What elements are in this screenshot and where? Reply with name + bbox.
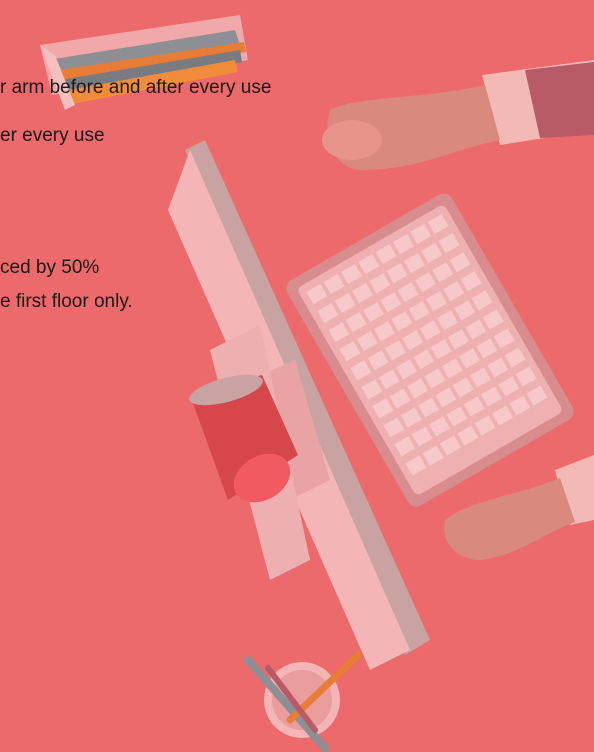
- text-line-4: e first floor only.: [0, 291, 133, 312]
- illustration-scene: [40, 15, 594, 752]
- text-line-3: ced by 50%: [0, 257, 100, 278]
- text-line-1: r arm before and after every use: [0, 77, 272, 98]
- pencil-cup-illustration: [244, 651, 362, 752]
- hand-top-right-illustration: [322, 60, 594, 170]
- text-line-2: er every use: [0, 125, 105, 146]
